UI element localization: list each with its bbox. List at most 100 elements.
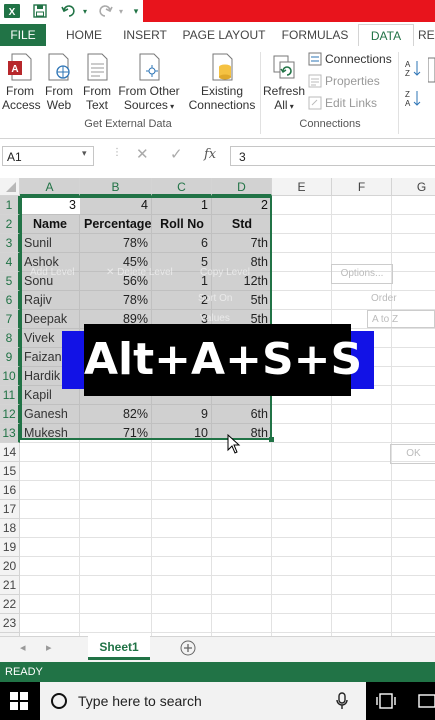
- cell-d3[interactable]: 7th: [212, 234, 272, 253]
- tab-insert[interactable]: INSERT: [118, 24, 172, 46]
- ghost-order-select: A to Z: [367, 310, 435, 328]
- sort-icon[interactable]: [427, 56, 435, 86]
- save-icon[interactable]: [30, 2, 50, 20]
- row-header-23[interactable]: 23: [0, 614, 20, 633]
- from-access-button[interactable]: A From Access: [2, 52, 41, 112]
- svg-text:Z: Z: [405, 90, 410, 99]
- taskbar-search-box[interactable]: Type here to search: [40, 682, 366, 720]
- cell-b13[interactable]: 71%: [80, 424, 152, 443]
- column-header-f[interactable]: F: [332, 178, 392, 196]
- row-header-3[interactable]: 3: [0, 234, 20, 253]
- cell-c3[interactable]: 6: [152, 234, 212, 253]
- row-header-17[interactable]: 17: [0, 500, 20, 519]
- row-header-18[interactable]: 18: [0, 519, 20, 538]
- task-view-icon[interactable]: [376, 692, 396, 713]
- row-header-7[interactable]: 7: [0, 310, 20, 329]
- row-header-8[interactable]: 8: [0, 329, 20, 348]
- row-header-15[interactable]: 15: [0, 462, 20, 481]
- select-all-button[interactable]: [0, 178, 20, 196]
- existing-connections-button[interactable]: Existing Connections: [188, 52, 256, 112]
- undo-dropdown-icon[interactable]: ▾: [80, 2, 90, 20]
- row-header-14[interactable]: 14: [0, 443, 20, 462]
- cell-c2[interactable]: Roll No: [152, 215, 212, 234]
- cell-a6[interactable]: Rajiv: [20, 291, 80, 310]
- undo-icon[interactable]: [58, 2, 80, 20]
- sheet-tab-sheet1[interactable]: Sheet1: [88, 636, 150, 660]
- connections-button[interactable]: Connections: [308, 52, 392, 66]
- tab-file[interactable]: FILE: [0, 24, 46, 46]
- column-header-b[interactable]: B: [80, 178, 152, 196]
- cell-d13[interactable]: 8th: [212, 424, 272, 443]
- grid-line: [20, 537, 435, 538]
- redo-dropdown-icon[interactable]: ▾: [116, 2, 126, 20]
- column-header-d[interactable]: D: [212, 178, 272, 196]
- customize-qat-icon[interactable]: ▾: [130, 2, 142, 20]
- cell-c13[interactable]: 10: [152, 424, 212, 443]
- name-box-dropdown-icon[interactable]: ▾: [82, 148, 87, 159]
- row-header-22[interactable]: 22: [0, 595, 20, 614]
- scroll-left-icon[interactable]: ◂: [20, 641, 26, 654]
- name-box[interactable]: A1: [2, 146, 94, 166]
- row-header-21[interactable]: 21: [0, 576, 20, 595]
- insert-function-icon[interactable]: fx: [204, 147, 216, 162]
- row-header-12[interactable]: 12: [0, 405, 20, 424]
- tab-page-layout[interactable]: PAGE LAYOUT: [182, 24, 266, 46]
- cell-d12[interactable]: 6th: [212, 405, 272, 424]
- cell-b1[interactable]: 4: [80, 196, 152, 215]
- cell-b12[interactable]: 82%: [80, 405, 152, 424]
- cell-b3[interactable]: 78%: [80, 234, 152, 253]
- windows-start-icon[interactable]: [10, 692, 28, 713]
- microphone-icon[interactable]: [336, 692, 348, 710]
- scroll-right-icon[interactable]: ▸: [46, 641, 52, 654]
- from-web-button[interactable]: From Web: [42, 52, 76, 112]
- row-header-10[interactable]: 10: [0, 367, 20, 386]
- cell-a7[interactable]: Deepak: [20, 310, 80, 329]
- from-text-button[interactable]: From Text: [80, 52, 114, 112]
- cell-b2[interactable]: Percentage: [80, 215, 152, 234]
- refresh-all-button[interactable]: Refresh All ▾: [262, 52, 306, 114]
- row-header-6[interactable]: 6: [0, 291, 20, 310]
- taskbar-app-icon[interactable]: [418, 694, 435, 711]
- from-other-sources-button[interactable]: From Other Sources ▾: [116, 52, 182, 114]
- cell-b6[interactable]: 78%: [80, 291, 152, 310]
- cell-c12[interactable]: 9: [152, 405, 212, 424]
- row-header-19[interactable]: 19: [0, 538, 20, 557]
- column-header-e[interactable]: E: [272, 178, 332, 196]
- redo-icon[interactable]: [94, 2, 116, 20]
- cell-a3[interactable]: Sunil: [20, 234, 80, 253]
- row-header-20[interactable]: 20: [0, 557, 20, 576]
- row-header-11[interactable]: 11: [0, 386, 20, 405]
- row-header-13[interactable]: 13: [0, 424, 20, 443]
- grid-line: [20, 613, 435, 614]
- formula-input[interactable]: 3: [230, 146, 435, 166]
- cell-d2[interactable]: Std: [212, 215, 272, 234]
- cell-a12[interactable]: Ganesh: [20, 405, 80, 424]
- column-header-g[interactable]: G: [392, 178, 435, 196]
- cell-a2[interactable]: Name: [20, 215, 80, 234]
- cell-d1[interactable]: 2: [212, 196, 272, 215]
- cell-a13[interactable]: Mukesh: [20, 424, 80, 443]
- edit-links-button[interactable]: Edit Links: [308, 96, 377, 110]
- tab-data[interactable]: DATA: [358, 24, 414, 47]
- enter-icon[interactable]: ✓: [170, 145, 183, 163]
- row-header-1[interactable]: 1: [0, 196, 20, 215]
- row-header-2[interactable]: 2: [0, 215, 20, 234]
- cell-a1[interactable]: 3: [20, 196, 80, 215]
- column-header-a[interactable]: A: [20, 178, 80, 196]
- tab-home[interactable]: HOME: [58, 24, 110, 46]
- properties-button[interactable]: Properties: [308, 74, 380, 88]
- row-header-9[interactable]: 9: [0, 348, 20, 367]
- cell-c1[interactable]: 1: [152, 196, 212, 215]
- row-header-4[interactable]: 4: [0, 253, 20, 272]
- add-sheet-icon[interactable]: [180, 640, 196, 659]
- row-header-5[interactable]: 5: [0, 272, 20, 291]
- row-header-16[interactable]: 16: [0, 481, 20, 500]
- sort-az-icon[interactable]: AZ: [404, 58, 424, 78]
- excel-icon[interactable]: X: [2, 2, 22, 20]
- column-header-c[interactable]: C: [152, 178, 212, 196]
- tab-review[interactable]: RE: [418, 24, 435, 46]
- svg-text:A: A: [405, 60, 411, 69]
- tab-formulas[interactable]: FORMULAS: [278, 24, 352, 46]
- cancel-icon[interactable]: ✕: [136, 145, 149, 163]
- sort-za-icon[interactable]: ZA: [404, 88, 424, 108]
